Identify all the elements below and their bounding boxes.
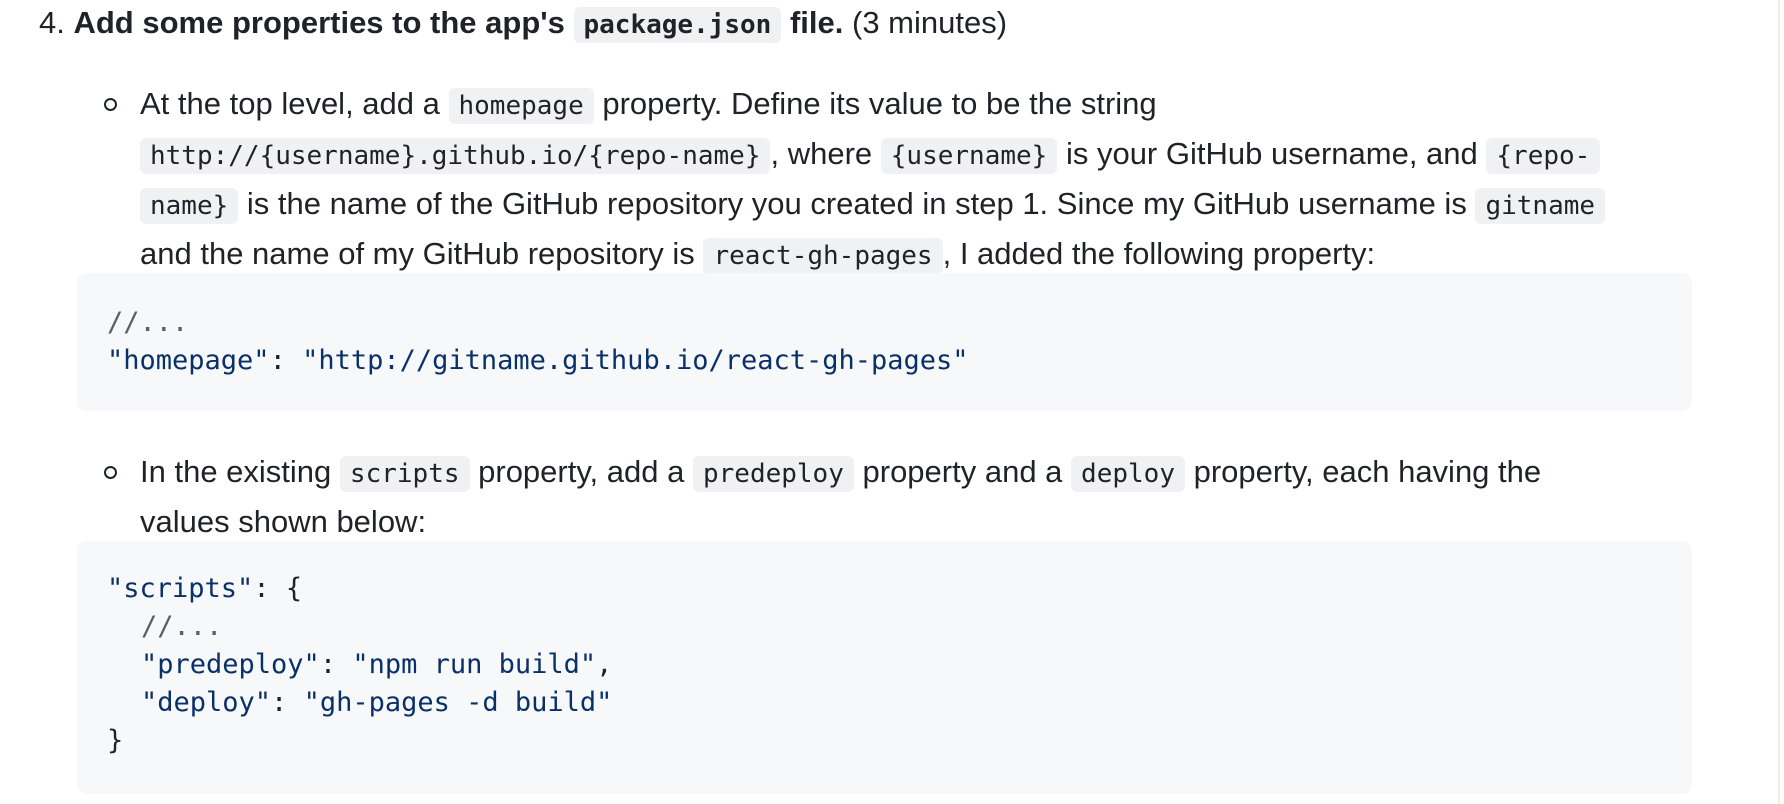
inline-code-scripts: scripts [339, 456, 470, 492]
inline-code-gitname: gitname [1475, 188, 1606, 224]
code-key: "homepage" [107, 345, 270, 376]
text: , I added the following property: [942, 236, 1376, 271]
code-string: "npm run build" [352, 649, 597, 680]
step-heading: 4. Add some properties to the app's pack… [39, 0, 1739, 48]
inline-code-deploy: deploy [1071, 456, 1185, 492]
code-key: "deploy" [141, 687, 272, 718]
paragraph-line: http://{username}.github.io/{repo-name},… [140, 130, 1680, 180]
paragraph-line: At the top level, add a homepage propert… [140, 80, 1680, 130]
text: property and a [862, 454, 1063, 489]
code-line-scripts-open: "scripts": { [107, 570, 302, 608]
code-key: "scripts" [107, 573, 254, 604]
inline-code-package-json: package.json [573, 7, 782, 43]
step-number: 4. [39, 5, 65, 40]
code-punctuation: : { [253, 573, 303, 604]
text: At the top level, add a [140, 86, 440, 121]
code-punctuation: : [269, 345, 303, 376]
inline-code-repo-name-part1: {repo- [1486, 138, 1601, 174]
bullet-circle-icon [104, 466, 117, 479]
inline-code-homepage: homepage [448, 88, 594, 124]
code-key: "predeploy" [141, 649, 320, 680]
code-line-homepage: "homepage": "http://gitname.github.io/re… [107, 342, 969, 380]
text: property. Define its value to be the str… [602, 86, 1157, 121]
text: property, add a [478, 454, 685, 489]
paragraph-line: name} is the name of the GitHub reposito… [140, 180, 1680, 230]
text: , where [770, 136, 873, 171]
code-block-homepage[interactable]: //... "homepage": "http://gitname.github… [77, 273, 1692, 411]
text: property, each having the [1193, 454, 1542, 489]
text: is your GitHub username, and [1065, 136, 1478, 171]
code-line-deploy: "deploy": "gh-pages -d build" [141, 684, 612, 722]
list-item-homepage: At the top level, add a homepage propert… [104, 80, 1680, 280]
step-duration: (3 minutes) [852, 5, 1008, 40]
list-item-scripts: In the existing scripts property, add a … [104, 448, 1680, 546]
paragraph-line: values shown below: [140, 504, 427, 539]
text: is the name of the GitHub repository you… [246, 186, 1467, 221]
step-title: Add some properties to the app's [73, 5, 565, 40]
code-punctuation: : [271, 687, 304, 718]
scrollbar-track[interactable] [1778, 0, 1780, 804]
step-title-suffix: file. [789, 5, 844, 40]
code-line-predeploy: "predeploy": "npm run build", [141, 646, 612, 684]
inline-code-repo-name-part2: name} [140, 188, 239, 224]
code-line-close-brace: } [107, 725, 124, 756]
code-string: "http://gitname.github.io/react-gh-pages… [302, 345, 969, 376]
paragraph-line: In the existing scripts property, add a … [140, 448, 1680, 498]
code-punctuation: , [596, 649, 613, 680]
inline-code-predeploy: predeploy [692, 456, 854, 492]
text: and the name of my GitHub repository is [140, 236, 695, 271]
text: In the existing [140, 454, 332, 489]
code-comment: //... [141, 611, 223, 642]
code-punctuation: : [319, 649, 353, 680]
bullet-circle-icon [104, 98, 117, 111]
code-comment: //... [107, 307, 189, 338]
inline-code-react-gh-pages: react-gh-pages [703, 238, 943, 274]
inline-code-url-template: http://{username}.github.io/{repo-name} [140, 138, 771, 174]
code-string: "gh-pages -d build" [303, 687, 613, 718]
inline-code-username: {username} [880, 138, 1058, 174]
code-block-scripts[interactable]: "scripts": { //... "predeploy": "npm run… [77, 541, 1692, 794]
